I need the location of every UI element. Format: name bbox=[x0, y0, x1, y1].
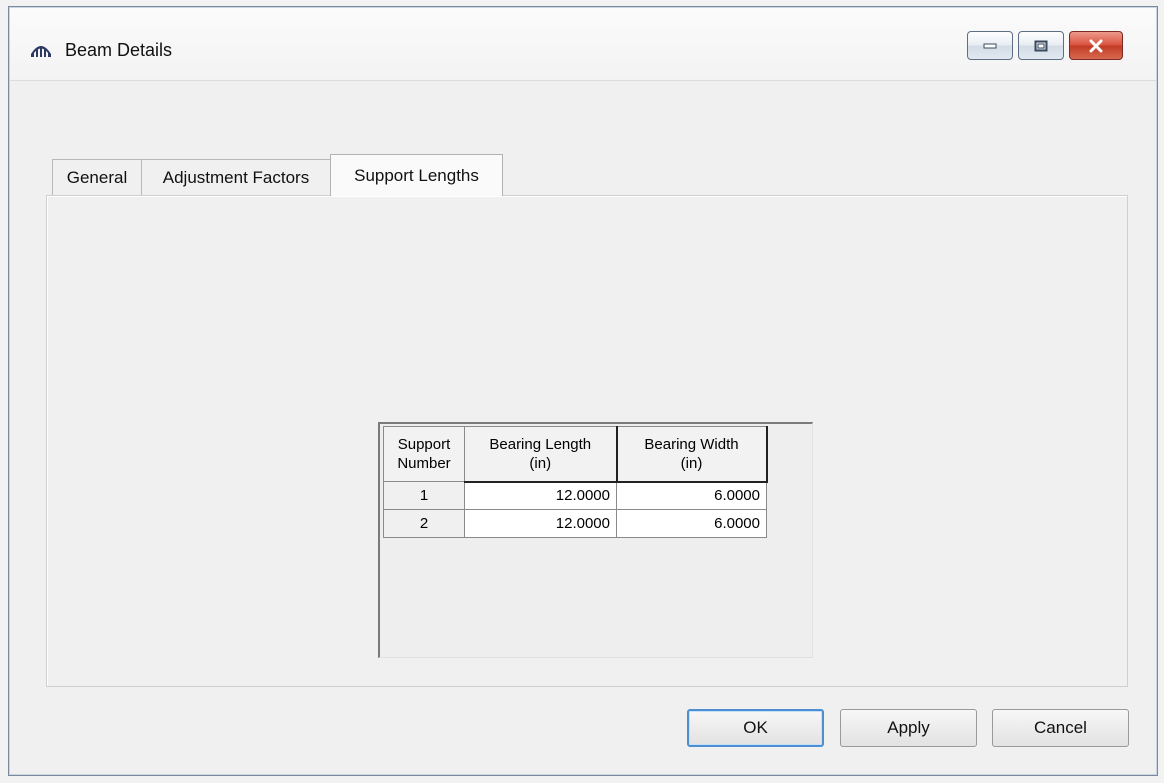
header-bearing-width-line2: (in) bbox=[680, 454, 703, 472]
tab-support-lengths[interactable]: Support Lengths bbox=[330, 154, 503, 196]
bearing-length-cell[interactable]: 12.0000 bbox=[464, 509, 617, 538]
header-bearing-length-line1: Bearing Length bbox=[489, 435, 592, 453]
bearing-length-cell[interactable]: 12.0000 bbox=[464, 481, 617, 510]
ok-button[interactable]: OK bbox=[687, 709, 824, 747]
bearing-width-cell[interactable]: 6.0000 bbox=[616, 509, 767, 538]
restore-icon bbox=[1034, 40, 1048, 51]
titlebar-divider bbox=[10, 80, 1156, 81]
support-number-cell: 1 bbox=[383, 481, 465, 510]
bridge-icon bbox=[31, 46, 51, 57]
close-icon bbox=[1089, 39, 1103, 52]
header-bearing-length-line2: (in) bbox=[529, 454, 552, 472]
header-support-line2: Number bbox=[397, 455, 451, 472]
table-header-row: Support Number Bearing Length (in) Beari… bbox=[383, 426, 768, 483]
header-support-line1: Support bbox=[397, 436, 451, 453]
header-bearing-width-line1: Bearing Width bbox=[644, 435, 739, 453]
bearing-width-cell[interactable]: 6.0000 bbox=[616, 481, 767, 510]
support-lengths-table: Support Number Bearing Length (in) Beari… bbox=[383, 426, 768, 538]
restore-button[interactable] bbox=[1018, 31, 1064, 60]
column-header-bearing-length[interactable]: Bearing Length (in) bbox=[464, 426, 618, 483]
column-header-support-number[interactable]: Support Number bbox=[383, 426, 465, 482]
title-bar[interactable]: Beam Details bbox=[10, 8, 1156, 80]
tab-general[interactable]: General bbox=[52, 159, 142, 195]
window-title: Beam Details bbox=[65, 40, 173, 60]
minimize-button[interactable] bbox=[967, 31, 1013, 60]
tab-adjustment-factors[interactable]: Adjustment Factors bbox=[141, 159, 331, 195]
support-lengths-grid[interactable]: Support Number Bearing Length (in) Beari… bbox=[378, 422, 813, 658]
table-row[interactable]: 2 12.0000 6.0000 bbox=[383, 509, 767, 538]
column-header-bearing-width[interactable]: Bearing Width (in) bbox=[616, 426, 768, 483]
table-row[interactable]: 1 12.0000 6.0000 bbox=[383, 481, 767, 510]
minimize-icon bbox=[983, 43, 997, 48]
apply-button[interactable]: Apply bbox=[840, 709, 977, 747]
cancel-button[interactable]: Cancel bbox=[992, 709, 1129, 747]
close-button[interactable] bbox=[1069, 31, 1123, 60]
support-number-cell: 2 bbox=[383, 509, 465, 538]
